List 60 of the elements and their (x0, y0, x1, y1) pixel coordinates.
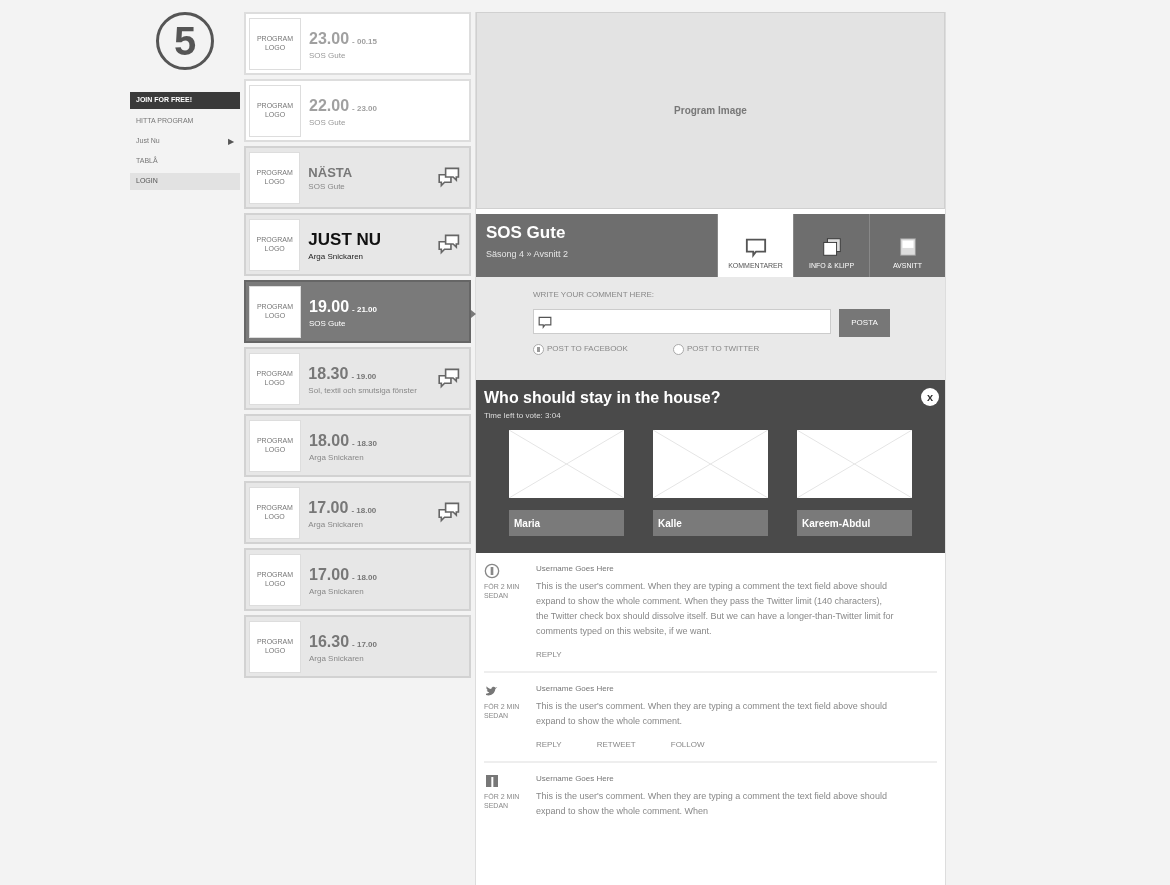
program-title: Arga Snickaren (309, 586, 365, 597)
time-text: 17.00 (308, 497, 349, 518)
end-time-text: - 21.00 (352, 303, 377, 316)
end-time-text: - 18.30 (352, 437, 377, 450)
username: Username Goes Here (536, 773, 615, 785)
end-time-text: - 00.15 (352, 35, 377, 48)
field-label: WRITE YOUR COMMENT HERE: (533, 289, 656, 301)
time-text: 22.00 (309, 95, 350, 116)
comment-field[interactable] (533, 309, 831, 334)
username: Username Goes Here (536, 683, 615, 695)
time-text: 18.00 (309, 430, 350, 451)
program-title: Arga Snickaren (309, 452, 365, 463)
speech-bubble-icon (538, 314, 552, 329)
time-text: NÄSTA (308, 163, 353, 182)
square-logo-icon (484, 773, 500, 789)
program-title: SOS Gute (309, 117, 347, 128)
end-time-text: - 18.00 (351, 504, 377, 517)
end-time-text: - 18.00 (352, 571, 377, 584)
program-title: Sol, textil och smutsiga fönster (308, 385, 418, 396)
logo[interactable]: 5 (156, 12, 214, 70)
checkbox[interactable] (533, 343, 544, 355)
episode-text: Säsong 4 » Avsnitt 2 (486, 247, 569, 261)
comment-text: This is the user's comment. When they are typing a comment the text field above should expand to show the whole comment. When they pass the Twitter limit (140 characters), the Twitter check box should dissolve itself. But we can have a longer-than-Twitter limit for comments typed on this website, if we want. (536, 580, 895, 638)
timer-text: Time left to vote: 3:04 (484, 410, 561, 422)
program-name: SOS Gute (486, 222, 567, 244)
username: Username Goes Here (536, 563, 615, 575)
program-title: SOS Gute (309, 50, 347, 61)
end-time-text: - 23.00 (352, 102, 377, 115)
comment-action-link[interactable]: REPLY (536, 649, 562, 661)
time-text: 17.00 (309, 564, 350, 585)
comment-action-link[interactable]: RETWEET (596, 739, 636, 751)
vote-button[interactable]: Kareem-Abdul (797, 510, 912, 536)
time-text: 23.00 (309, 28, 350, 49)
poll-question: Who should stay in the house? (484, 388, 721, 408)
program-title: Arga Snickaren (308, 252, 365, 263)
program-title: Arga Snickaren (308, 519, 365, 530)
program-title: SOS Gute (308, 182, 346, 193)
checkbox[interactable] (672, 343, 684, 355)
time-text: 18.30 (308, 363, 349, 384)
end-time-text: - 19.00 (351, 370, 377, 383)
option-label: POST TO TWITTER (686, 343, 760, 355)
comment-text: This is the user's comment. When they are typing a comment the text field above should expand to show the whole comment. (536, 700, 888, 728)
program-title: Arga Snickaren (309, 653, 365, 664)
vote-button[interactable]: Kalle (653, 510, 768, 536)
end-time-text: - 17.00 (352, 638, 377, 651)
program-image: Program Image (476, 12, 945, 209)
comment-text: This is the user's comment. When they are typing a comment the text field above should expand to show the whole comment. When (536, 790, 888, 818)
comment-action-link[interactable]: REPLY (536, 739, 562, 751)
comment-action-link[interactable]: FOLLOW (670, 739, 705, 751)
program-title: SOS Gute (309, 318, 347, 329)
time-text: JUST NU (308, 228, 382, 251)
share-option[interactable]: POST TO TWITTER (672, 343, 760, 355)
post-button[interactable]: POSTA (839, 309, 890, 337)
arrow-icon: ▶ (228, 135, 234, 148)
time-text: 19.00 (309, 296, 350, 317)
vote-button[interactable]: Maria (509, 510, 624, 536)
stacked-pages-icon (820, 235, 843, 258)
circle-logo-icon (484, 563, 500, 579)
time-text: 16.30 (309, 631, 350, 652)
close-button[interactable]: x (921, 388, 939, 406)
